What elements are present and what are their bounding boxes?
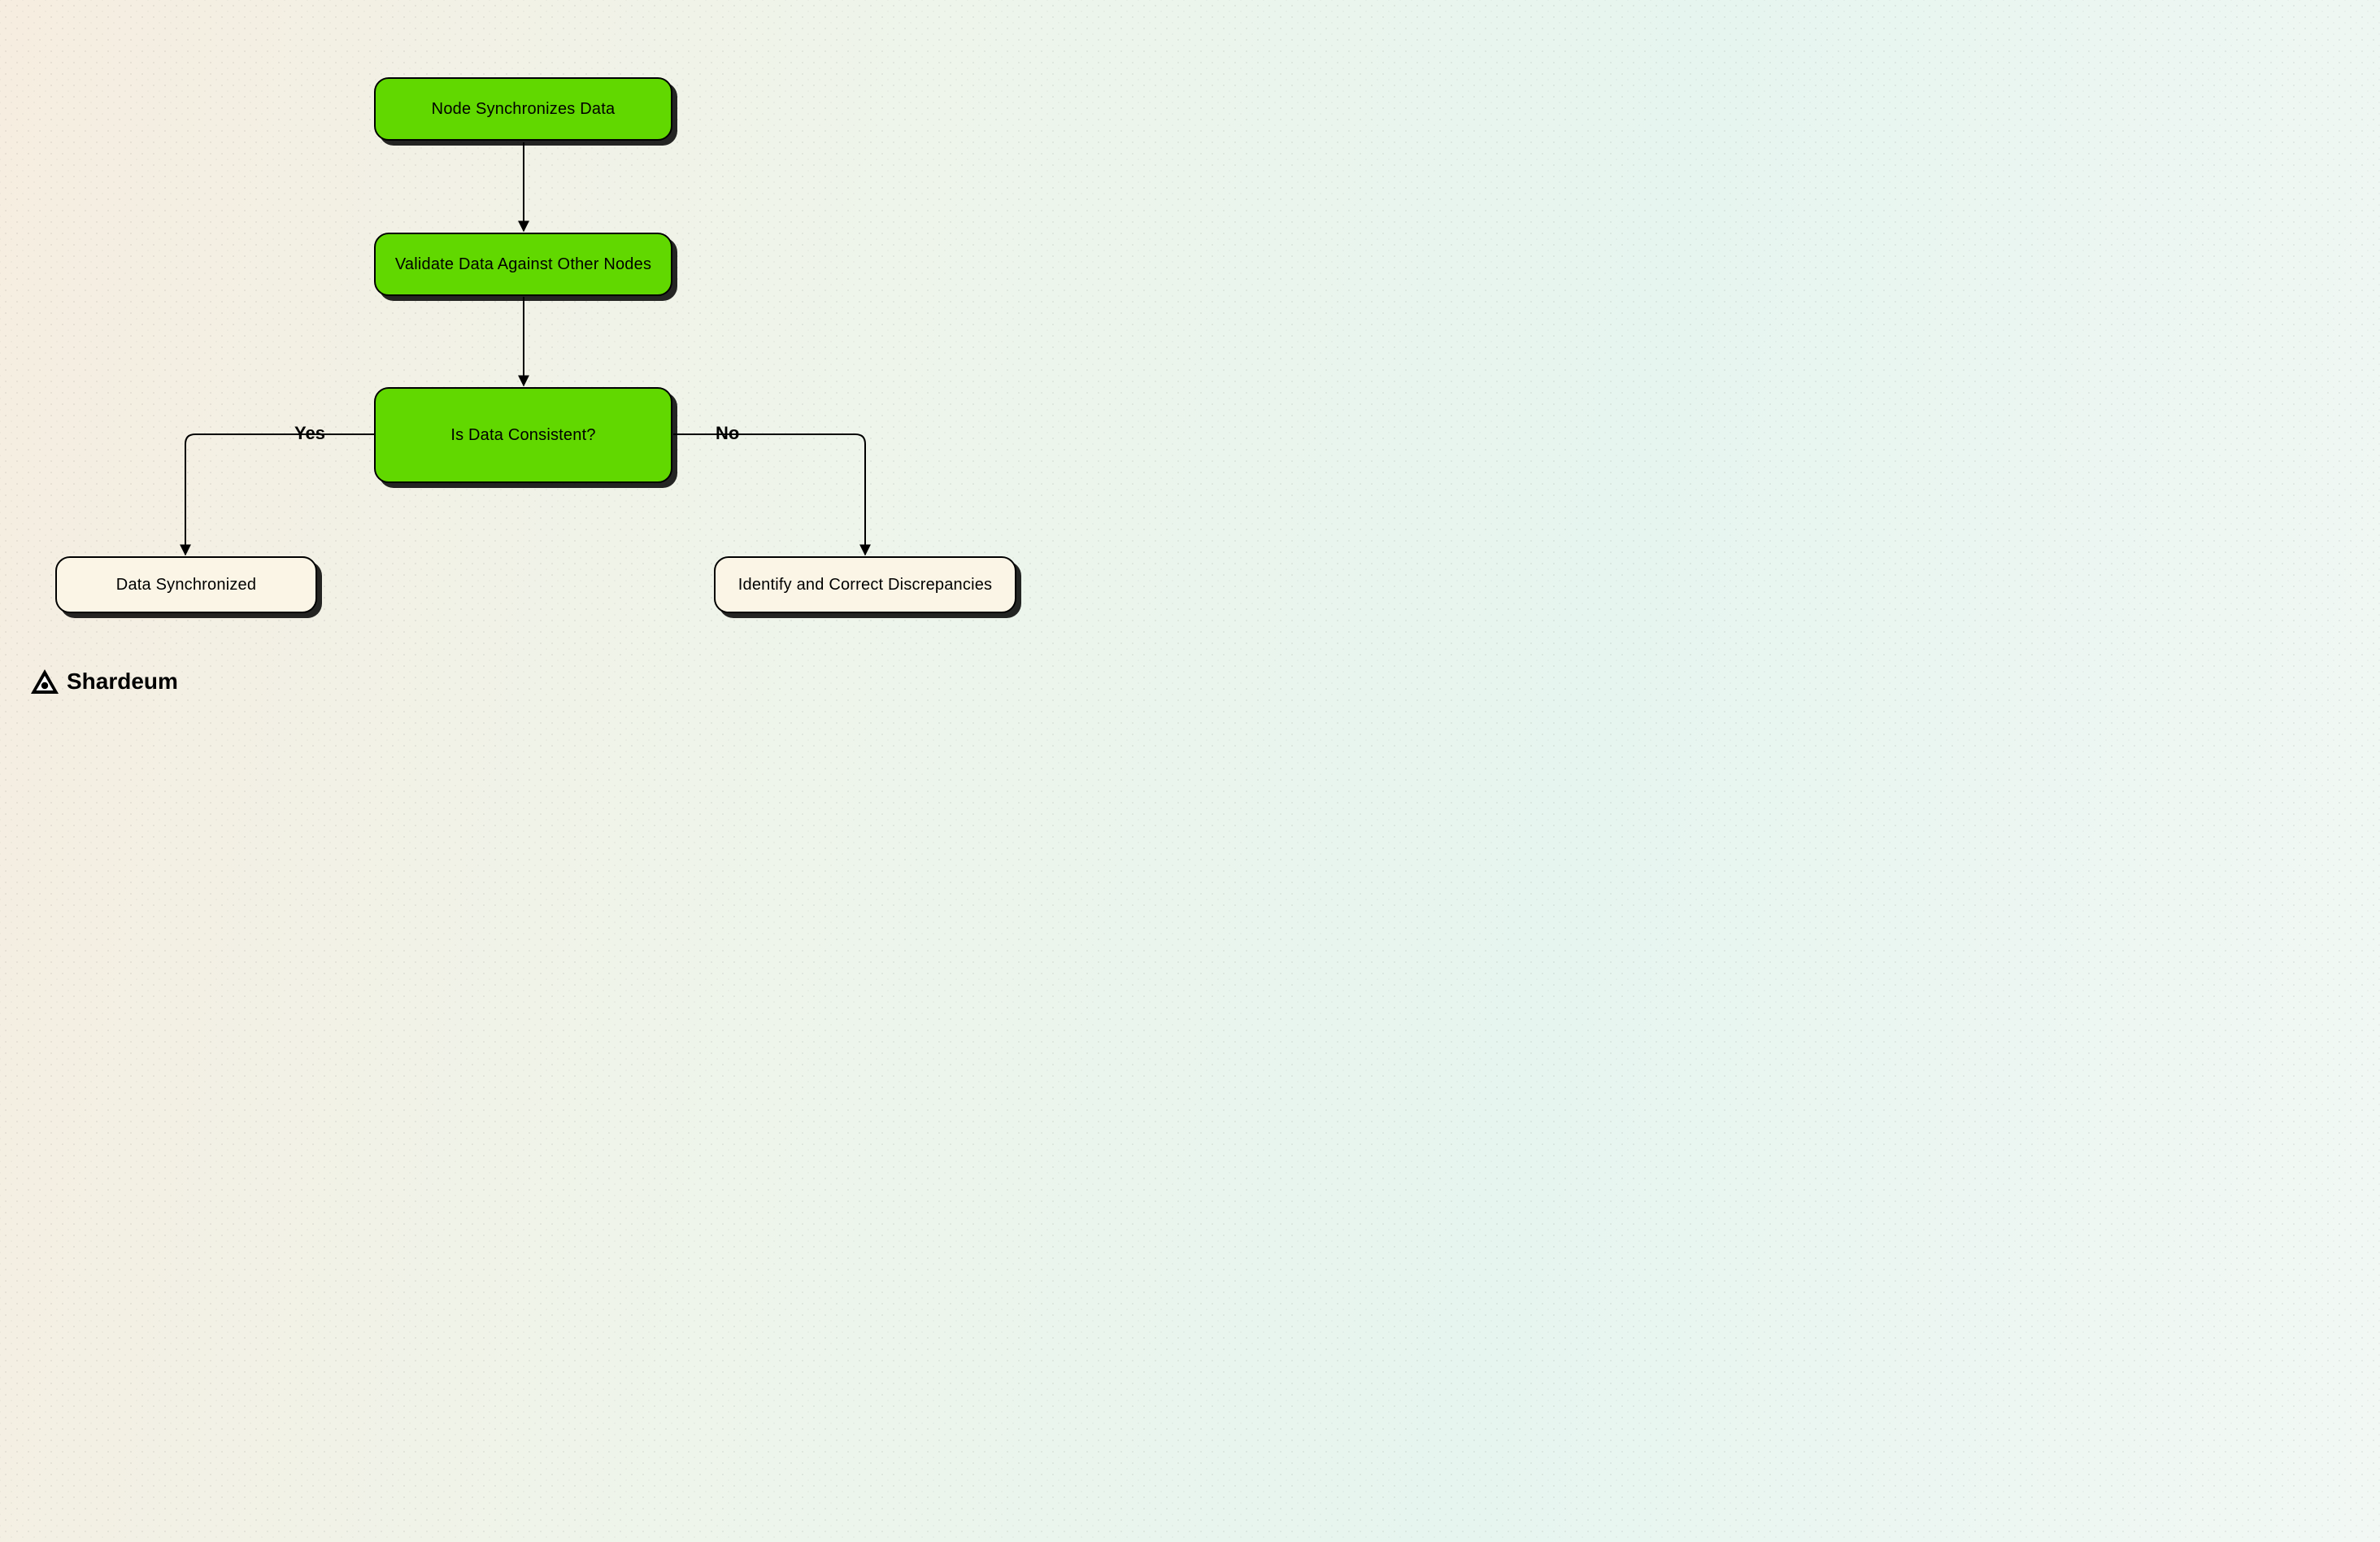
edge-label-no: No [716,423,739,444]
node-decision-label: Is Data Consistent? [450,426,595,445]
node-decision: Is Data Consistent? [374,387,672,483]
flowchart-canvas: Node Synchronizes Data Validate Data Aga… [0,0,1110,719]
node-validate: Validate Data Against Other Nodes [374,233,672,296]
edge-decision-yes [185,434,374,555]
edge-label-yes: Yes [294,423,325,444]
node-no-result-label: Identify and Correct Discrepancies [738,576,993,595]
node-sync-label: Node Synchronizes Data [432,100,616,119]
shardeum-logo-icon [31,669,59,694]
node-yes-result-label: Data Synchronized [116,576,256,595]
brand-name: Shardeum [67,669,178,695]
node-validate-label: Validate Data Against Other Nodes [395,255,651,274]
brand-lockup: Shardeum [31,669,178,695]
node-sync: Node Synchronizes Data [374,77,672,141]
node-yes-result: Data Synchronized [55,556,317,613]
node-no-result: Identify and Correct Discrepancies [714,556,1016,613]
edge-decision-no [673,434,865,555]
